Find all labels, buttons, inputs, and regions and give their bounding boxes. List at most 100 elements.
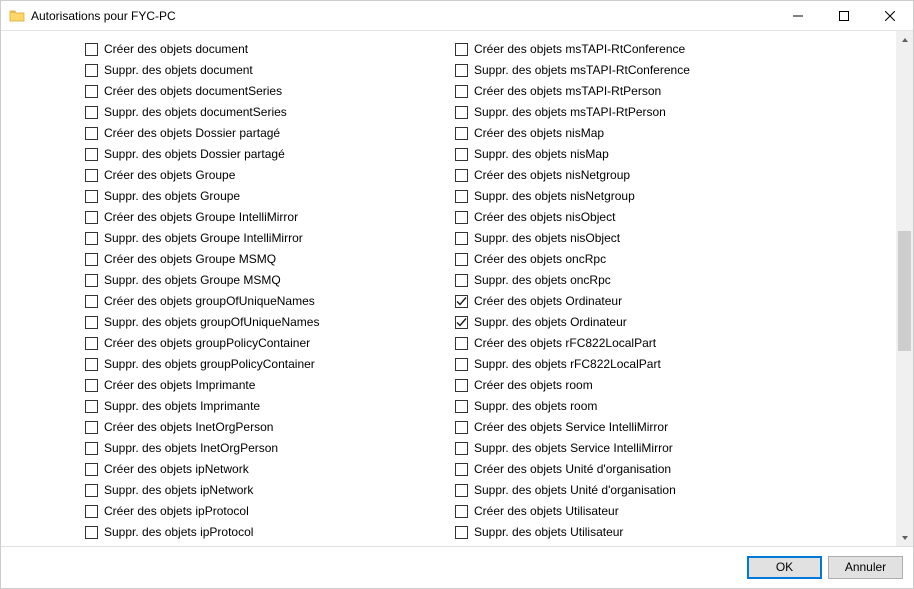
- permission-checkbox[interactable]: [455, 253, 468, 266]
- permission-checkbox[interactable]: [85, 85, 98, 98]
- permission-checkbox[interactable]: [85, 232, 98, 245]
- permission-row: Suppr. des objets groupPolicyContainer: [85, 354, 455, 375]
- permission-checkbox[interactable]: [455, 274, 468, 287]
- permission-checkbox[interactable]: [85, 211, 98, 224]
- vertical-scrollbar[interactable]: [896, 31, 913, 546]
- permission-row: Suppr. des objets msTAPI-RtPerson: [455, 102, 855, 123]
- permission-checkbox[interactable]: [455, 127, 468, 140]
- permission-checkbox[interactable]: [85, 127, 98, 140]
- permission-label: Suppr. des objets rFC822LocalPart: [474, 354, 661, 375]
- permission-label: Suppr. des objets documentSeries: [104, 102, 287, 123]
- permission-row: Créer des objets InetOrgPerson: [85, 417, 455, 438]
- permission-label: Suppr. des objets Groupe MSMQ: [104, 270, 281, 291]
- permission-checkbox[interactable]: [85, 253, 98, 266]
- permission-checkbox[interactable]: [85, 316, 98, 329]
- permission-checkbox[interactable]: [85, 505, 98, 518]
- permission-label: Suppr. des objets Unité d'organisation: [474, 480, 676, 501]
- permission-row: Suppr. des objets Service IntelliMirror: [455, 438, 855, 459]
- permission-checkbox[interactable]: [455, 358, 468, 371]
- permission-checkbox[interactable]: [455, 232, 468, 245]
- permission-checkbox[interactable]: [455, 421, 468, 434]
- permission-row: Créer des objets Groupe MSMQ: [85, 249, 455, 270]
- permission-row: Suppr. des objets nisNetgroup: [455, 186, 855, 207]
- permission-checkbox[interactable]: [85, 43, 98, 56]
- permission-checkbox[interactable]: [85, 442, 98, 455]
- permission-checkbox[interactable]: [455, 400, 468, 413]
- permission-row: Créer des objets document: [85, 39, 455, 60]
- permission-checkbox[interactable]: [85, 64, 98, 77]
- permission-checkbox[interactable]: [85, 484, 98, 497]
- scroll-thumb[interactable]: [898, 231, 911, 351]
- permission-label: Suppr. des objets groupOfUniqueNames: [104, 312, 319, 333]
- permission-label: Suppr. des objets Dossier partagé: [104, 144, 285, 165]
- content-area: Créer des objets document Suppr. des obje…: [1, 31, 913, 546]
- permission-row: Suppr. des objets rFC822LocalPart: [455, 354, 855, 375]
- permission-checkbox[interactable]: [455, 169, 468, 182]
- permission-checkbox[interactable]: [455, 463, 468, 476]
- permissions-column-right: Créer des objets msTAPI-RtConferenceSupp…: [455, 39, 855, 542]
- permission-checkbox[interactable]: [455, 295, 468, 308]
- permission-label: Créer des objets InetOrgPerson: [104, 417, 273, 438]
- permission-row: Créer des objets oncRpc: [455, 249, 855, 270]
- permission-label: Créer des objets Unité d'organisation: [474, 459, 671, 480]
- permission-label: Suppr. des objets nisObject: [474, 228, 620, 249]
- permission-checkbox[interactable]: [455, 85, 468, 98]
- permission-checkbox[interactable]: [455, 43, 468, 56]
- permission-checkbox[interactable]: [85, 106, 98, 119]
- permission-checkbox[interactable]: [455, 337, 468, 350]
- scroll-down-button[interactable]: [896, 529, 913, 546]
- permission-row: Suppr. des objets groupOfUniqueNames: [85, 312, 455, 333]
- permission-checkbox[interactable]: [455, 106, 468, 119]
- permission-label: Suppr. des objets room: [474, 396, 597, 417]
- titlebar: Autorisations pour FYC-PC: [1, 1, 913, 31]
- permission-row: Créer des objets groupPolicyContainer: [85, 333, 455, 354]
- permission-checkbox[interactable]: [85, 337, 98, 350]
- cancel-button[interactable]: Annuler: [828, 556, 903, 579]
- permission-checkbox[interactable]: [455, 505, 468, 518]
- permission-checkbox[interactable]: [85, 400, 98, 413]
- permission-row: Créer des objets Groupe: [85, 165, 455, 186]
- permission-checkbox[interactable]: [455, 484, 468, 497]
- minimize-button[interactable]: [775, 1, 821, 31]
- permission-label: Suppr. des objets InetOrgPerson: [104, 438, 278, 459]
- permission-row: Suppr. des objets Groupe IntelliMirror: [85, 228, 455, 249]
- permission-checkbox[interactable]: [455, 64, 468, 77]
- permission-label: Suppr. des objets msTAPI-RtConference: [474, 60, 690, 81]
- permission-row: Suppr. des objets nisObject: [455, 228, 855, 249]
- permission-checkbox[interactable]: [455, 442, 468, 455]
- permission-checkbox[interactable]: [85, 169, 98, 182]
- permission-row: Créer des objets Service IntelliMirror: [455, 417, 855, 438]
- permission-checkbox[interactable]: [85, 295, 98, 308]
- permission-checkbox[interactable]: [455, 526, 468, 539]
- close-button[interactable]: [867, 1, 913, 31]
- permissions-dialog: Autorisations pour FYC-PC Créer des obje…: [0, 0, 914, 589]
- scroll-up-button[interactable]: [896, 31, 913, 48]
- permission-checkbox[interactable]: [85, 190, 98, 203]
- permission-checkbox[interactable]: [85, 274, 98, 287]
- permission-label: Suppr. des objets nisMap: [474, 144, 609, 165]
- permission-checkbox[interactable]: [455, 316, 468, 329]
- permission-checkbox[interactable]: [455, 148, 468, 161]
- permission-row: Suppr. des objets Ordinateur: [455, 312, 855, 333]
- permission-checkbox[interactable]: [85, 421, 98, 434]
- permission-checkbox[interactable]: [85, 148, 98, 161]
- ok-button[interactable]: OK: [747, 556, 822, 579]
- permission-row: Créer des objets Ordinateur: [455, 291, 855, 312]
- permission-row: Créer des objets nisObject: [455, 207, 855, 228]
- permission-checkbox[interactable]: [455, 379, 468, 392]
- permission-checkbox[interactable]: [85, 379, 98, 392]
- permission-row: Créer des objets groupOfUniqueNames: [85, 291, 455, 312]
- permission-label: Suppr. des objets msTAPI-RtPerson: [474, 102, 666, 123]
- permission-checkbox[interactable]: [455, 211, 468, 224]
- permission-checkbox[interactable]: [85, 526, 98, 539]
- permission-row: Créer des objets documentSeries: [85, 81, 455, 102]
- permission-checkbox[interactable]: [455, 190, 468, 203]
- permission-label: Créer des objets nisObject: [474, 207, 615, 228]
- permission-label: Créer des objets Service IntelliMirror: [474, 417, 668, 438]
- permissions-list: Créer des objets document Suppr. des obje…: [1, 31, 896, 546]
- maximize-button[interactable]: [821, 1, 867, 31]
- permission-checkbox[interactable]: [85, 463, 98, 476]
- permission-label: Suppr. des objets groupPolicyContainer: [104, 354, 315, 375]
- permission-row: Créer des objets Dossier partagé: [85, 123, 455, 144]
- permission-checkbox[interactable]: [85, 358, 98, 371]
